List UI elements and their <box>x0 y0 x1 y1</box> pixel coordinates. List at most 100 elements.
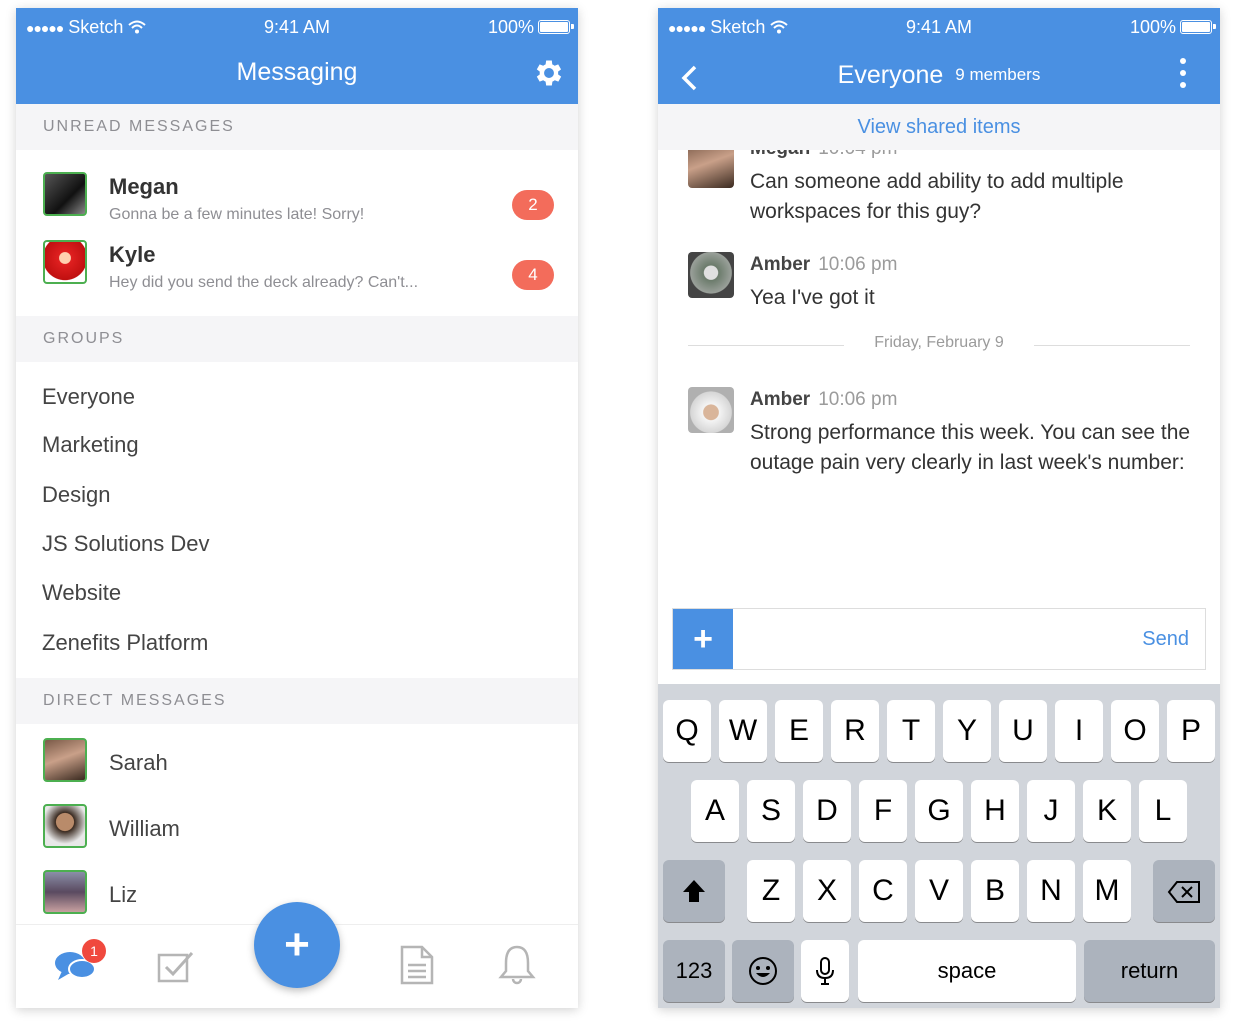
contact-name: William <box>109 816 180 841</box>
key-l[interactable]: L <box>1139 780 1187 842</box>
dm-item-william[interactable]: William <box>16 804 578 854</box>
member-count[interactable]: 9 members <box>955 65 1040 84</box>
key-k[interactable]: K <box>1083 780 1131 842</box>
document-icon[interactable] <box>400 945 434 985</box>
chat-title: Everyone <box>837 61 944 89</box>
key-c[interactable]: C <box>859 860 907 922</box>
status-bar: ●●●●● Sketch 9:41 AM 100% <box>16 8 578 46</box>
emoji-key[interactable] <box>732 940 794 1002</box>
key-w[interactable]: W <box>719 700 767 762</box>
unread-count-badge: 2 <box>512 190 554 220</box>
key-y[interactable]: Y <box>943 700 991 762</box>
numbers-key[interactable]: 123 <box>663 940 725 1002</box>
key-q[interactable]: Q <box>663 700 711 762</box>
key-f[interactable]: F <box>859 780 907 842</box>
backspace-icon <box>1167 881 1200 903</box>
group-item-js-solutions-dev[interactable]: JS Solutions Dev <box>42 531 210 557</box>
key-n[interactable]: N <box>1027 860 1075 922</box>
date-divider: Friday, February 9 <box>688 334 1190 358</box>
message-preview: Hey did you send the deck already? Can't… <box>109 274 419 291</box>
page-title: Messaging <box>236 58 358 86</box>
key-s[interactable]: S <box>747 780 795 842</box>
avatar <box>688 387 734 433</box>
bell-icon[interactable] <box>498 943 536 985</box>
contact-name: Liz <box>109 882 138 907</box>
groups-header: GROUPS <box>16 316 578 362</box>
shift-arrow-icon <box>683 880 705 902</box>
message-time: 10:06 pm <box>818 389 898 410</box>
group-item-website[interactable]: Website <box>42 580 121 606</box>
key-g[interactable]: G <box>915 780 963 842</box>
battery-percent: 100% <box>487 17 534 37</box>
key-i[interactable]: I <box>1055 700 1103 762</box>
compose-button[interactable]: + <box>254 902 340 988</box>
microphone-key[interactable] <box>801 940 849 1002</box>
message-text: Yea I've got it <box>750 286 875 309</box>
battery-icon <box>538 20 574 34</box>
backspace-key[interactable] <box>1153 860 1215 922</box>
message-list: Megan10:04 pm Can someone add ability to… <box>658 150 1220 606</box>
unread-item-megan[interactable]: Megan Gonna be a few minutes late! Sorry… <box>16 172 578 242</box>
message-text: Can someone add ability to add multiple … <box>750 170 1124 223</box>
plus-icon: + <box>693 620 713 658</box>
avatar <box>43 804 87 848</box>
messaging-screen: ●●●●● Sketch 9:41 AM 100% Messaging UNRE… <box>16 8 578 1008</box>
emoji-icon <box>749 957 777 985</box>
key-v[interactable]: V <box>915 860 963 922</box>
key-z[interactable]: Z <box>747 860 795 922</box>
group-item-design[interactable]: Design <box>42 482 110 508</box>
group-chat-screen: ●●●●● Sketch 9:41 AM 100% Everyone 9 memb… <box>658 8 1220 1008</box>
avatar <box>43 870 87 914</box>
message-composer: + Send <box>672 608 1206 670</box>
key-o[interactable]: O <box>1111 700 1159 762</box>
battery-percent: 100% <box>1129 17 1176 37</box>
unread-item-kyle[interactable]: Kyle Hey did you send the deck already? … <box>16 240 578 310</box>
microphone-icon <box>816 957 834 985</box>
checkbox-icon[interactable] <box>156 947 196 985</box>
return-key[interactable]: return <box>1084 940 1215 1002</box>
more-options-icon[interactable] <box>1180 58 1190 94</box>
key-b[interactable]: B <box>971 860 1019 922</box>
battery-icon <box>1180 20 1216 34</box>
settings-gear-icon[interactable] <box>532 56 566 90</box>
key-p[interactable]: P <box>1167 700 1215 762</box>
unread-count-badge: 4 <box>512 260 554 290</box>
page-title: Everyone 9 members <box>658 61 1220 90</box>
key-u[interactable]: U <box>999 700 1047 762</box>
key-a[interactable]: A <box>691 780 739 842</box>
group-item-marketing[interactable]: Marketing <box>42 432 139 458</box>
keyboard: Q W E R T Y U I O P A S D F G H J K L Z … <box>658 684 1220 1008</box>
key-e[interactable]: E <box>775 700 823 762</box>
contact-name: Sarah <box>109 750 168 775</box>
direct-messages-header: DIRECT MESSAGES <box>16 678 578 724</box>
message-time: 10:06 pm <box>818 254 898 275</box>
key-x[interactable]: X <box>803 860 851 922</box>
avatar <box>43 738 87 782</box>
message-preview: Gonna be a few minutes late! Sorry! <box>109 206 365 223</box>
key-d[interactable]: D <box>803 780 851 842</box>
dm-item-sarah[interactable]: Sarah <box>16 738 578 788</box>
key-j[interactable]: J <box>1027 780 1075 842</box>
message-input[interactable] <box>733 609 1115 669</box>
key-m[interactable]: M <box>1083 860 1131 922</box>
space-key[interactable]: space <box>858 940 1076 1002</box>
plus-icon: + <box>284 920 310 969</box>
key-t[interactable]: T <box>887 700 935 762</box>
send-button[interactable]: Send <box>1142 628 1189 651</box>
group-item-zenefits-platform[interactable]: Zenefits Platform <box>42 630 208 656</box>
message-sender: Amber 10:06 pm <box>750 389 898 410</box>
key-h[interactable]: H <box>971 780 1019 842</box>
avatar <box>43 172 87 216</box>
status-bar: ●●●●● Sketch 9:41 AM 100% <box>658 8 1220 46</box>
message-sender: Amber 10:06 pm <box>750 254 898 275</box>
unread-header: UNREAD MESSAGES <box>16 104 578 150</box>
attach-button[interactable]: + <box>673 609 733 669</box>
tab-badge: 1 <box>82 939 106 963</box>
group-item-everyone[interactable]: Everyone <box>42 384 135 410</box>
shift-key[interactable] <box>663 860 725 922</box>
nav-bar: ●●●●● Sketch 9:41 AM 100% Messaging <box>16 8 578 104</box>
key-r[interactable]: R <box>831 700 879 762</box>
avatar <box>688 252 734 298</box>
view-shared-items-link[interactable]: View shared items <box>658 104 1220 150</box>
nav-bar: ●●●●● Sketch 9:41 AM 100% Everyone 9 memb… <box>658 8 1220 104</box>
